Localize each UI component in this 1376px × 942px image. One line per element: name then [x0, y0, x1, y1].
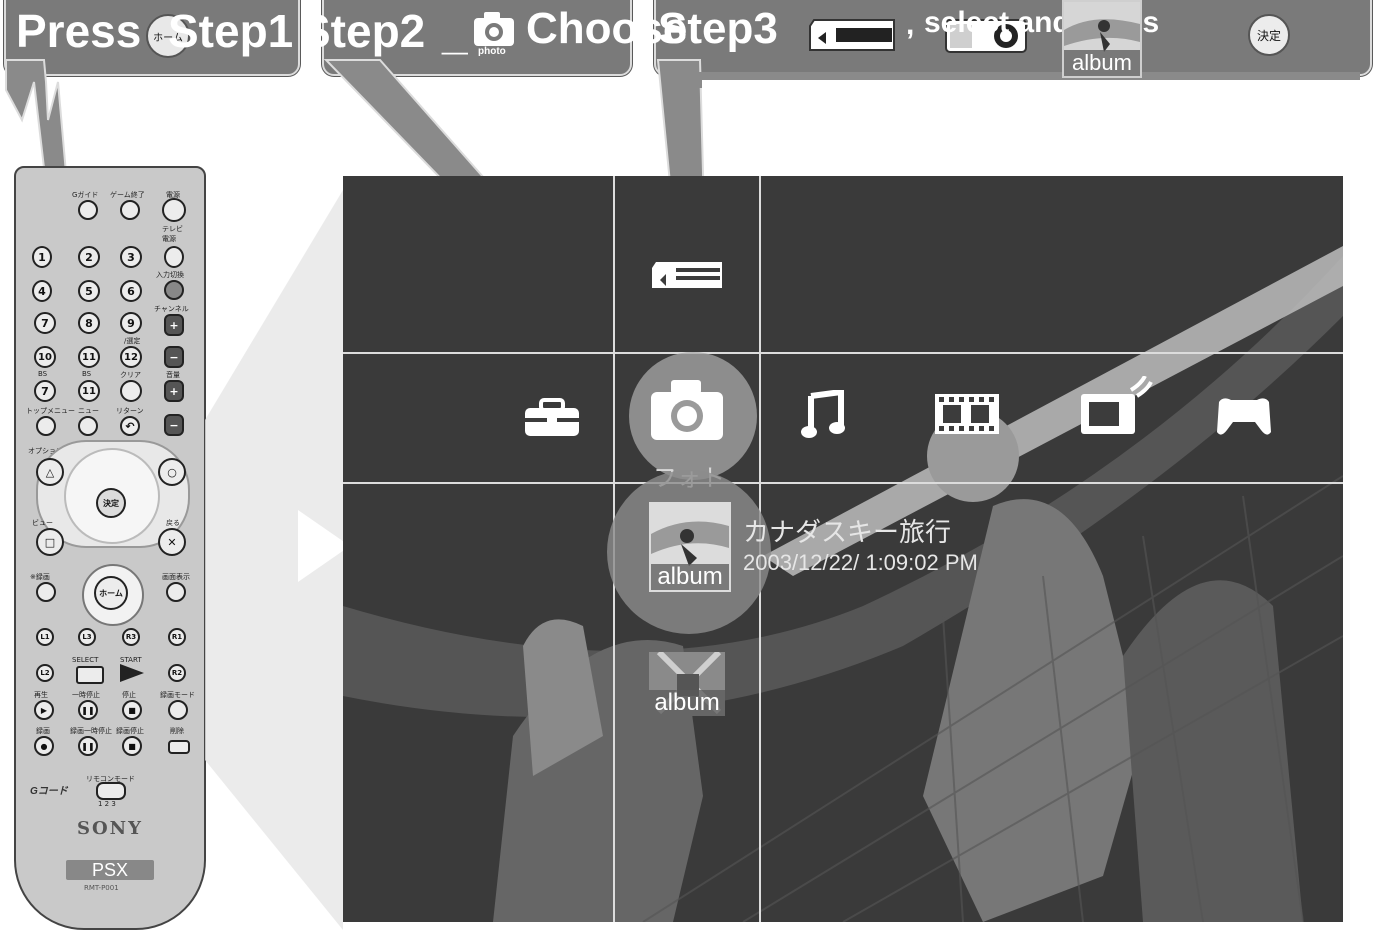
album-label-selected: album	[651, 564, 729, 590]
background-photo	[343, 176, 1343, 922]
toolbox-icon[interactable]	[523, 398, 581, 443]
music-note-icon[interactable]	[801, 388, 847, 445]
album-label-2: album	[649, 690, 725, 716]
film-icon[interactable]	[933, 392, 1001, 441]
album-thumbnail-2[interactable]: album	[649, 652, 725, 716]
camera-icon[interactable]	[649, 378, 725, 447]
album-date: 2003/12/22/ 1:09:02 PM	[743, 550, 978, 575]
xmb-screen: フォト album カナダスキー旅行 2003/12/22/ 1:09:02 P…	[343, 176, 1343, 922]
album-title: カナダスキー旅行	[743, 518, 952, 548]
album-thumbnail-selected[interactable]: album	[649, 502, 731, 592]
tv-icon[interactable]	[1079, 375, 1153, 443]
gamepad-icon[interactable]	[1215, 394, 1273, 443]
